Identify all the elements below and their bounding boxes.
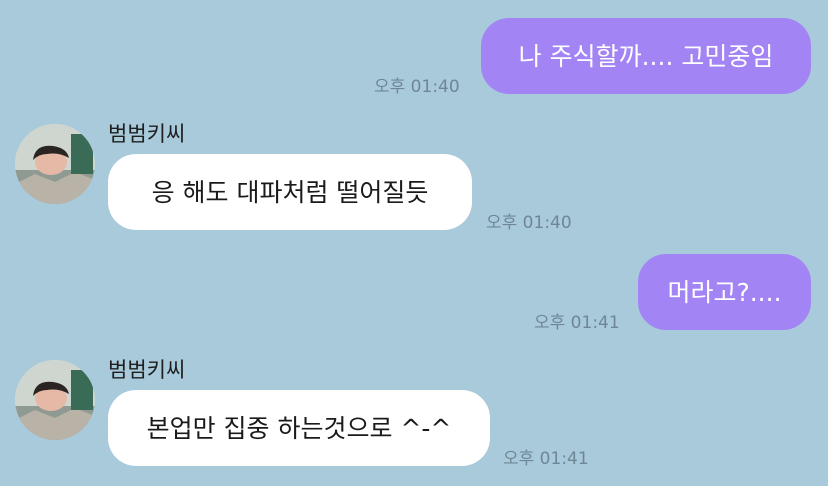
message-row-sent: 오후 01:40 나 주식할까.... 고민중임 [0, 0, 828, 100]
message-row-received: 범범키씨 응 해도 대파처럼 떨어질듯 오후 01:40 [0, 110, 828, 240]
received-message-bubble[interactable]: 응 해도 대파처럼 떨어질듯 [108, 154, 472, 230]
avatar[interactable] [15, 124, 95, 204]
sent-message-bubble[interactable]: 나 주식할까.... 고민중임 [481, 18, 811, 94]
sender-name: 범범키씨 [108, 358, 186, 382]
message-row-received: 범범키씨 본업만 집중 하는것으로 ^-^ 오후 01:41 [0, 346, 828, 486]
sender-name: 범범키씨 [108, 122, 186, 146]
received-message-bubble[interactable]: 본업만 집중 하는것으로 ^-^ [108, 390, 490, 466]
message-timestamp: 오후 01:41 [503, 449, 589, 469]
sent-message-bubble[interactable]: 머라고?.... [638, 254, 811, 330]
message-row-sent: 오후 01:41 머라고?.... [0, 240, 828, 340]
message-timestamp: 오후 01:40 [486, 213, 572, 233]
message-timestamp: 오후 01:41 [534, 313, 620, 333]
profile-photo-icon [15, 124, 95, 204]
profile-photo-icon [15, 360, 95, 440]
avatar[interactable] [15, 360, 95, 440]
message-timestamp: 오후 01:40 [374, 77, 460, 97]
chat-screen: { "colors": { "background": "#a9cadb", "… [0, 0, 828, 486]
